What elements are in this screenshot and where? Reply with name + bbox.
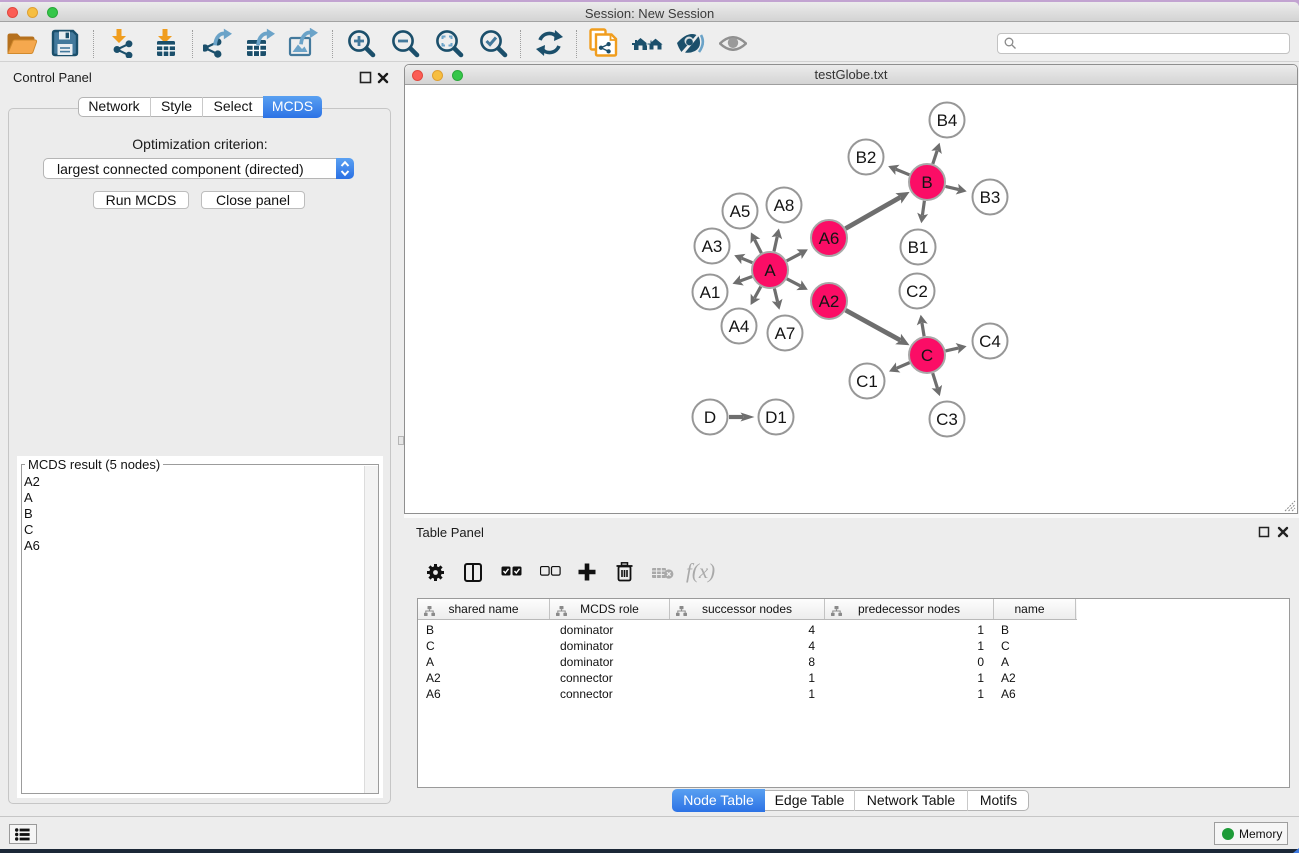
svg-text:C2: C2: [906, 282, 928, 301]
svg-text:B: B: [921, 173, 932, 192]
svg-text:A6: A6: [819, 229, 840, 248]
svg-text:A1: A1: [700, 283, 721, 302]
svg-text:A: A: [764, 261, 776, 280]
svg-text:B4: B4: [937, 111, 958, 130]
svg-text:A8: A8: [774, 196, 795, 215]
svg-text:A7: A7: [775, 324, 796, 343]
svg-text:D: D: [704, 408, 716, 427]
svg-text:A3: A3: [702, 237, 723, 256]
svg-text:C: C: [921, 346, 933, 365]
svg-text:C1: C1: [856, 372, 878, 391]
svg-text:C4: C4: [979, 332, 1001, 351]
svg-text:C3: C3: [936, 410, 958, 429]
svg-text:B2: B2: [856, 148, 877, 167]
svg-text:A4: A4: [729, 317, 750, 336]
svg-text:A2: A2: [819, 292, 840, 311]
svg-text:B3: B3: [980, 188, 1001, 207]
svg-text:D1: D1: [765, 408, 787, 427]
svg-text:A5: A5: [730, 202, 751, 221]
svg-text:B1: B1: [908, 238, 929, 257]
